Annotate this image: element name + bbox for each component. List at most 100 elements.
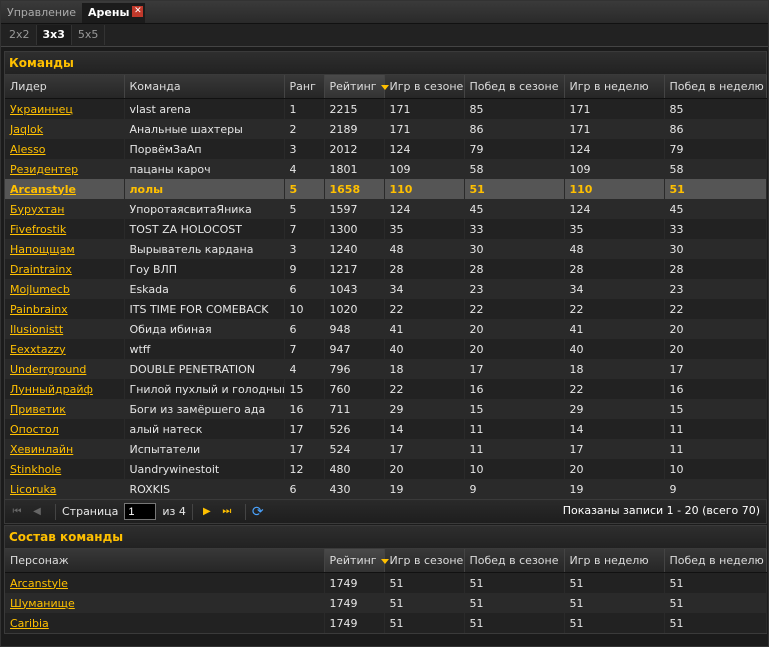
character-link[interactable]: Ilusionistt [10,323,63,336]
last-page-icon[interactable]: ⏭ [219,504,235,520]
column-header[interactable]: Ранг [284,75,325,99]
character-link[interactable]: Бурухтан [10,203,64,216]
character-link[interactable]: Шуманище [10,597,75,610]
table-row[interactable]: Draintrainx Гоу ВЛП 9 1217 28 28 28 28 [5,259,767,279]
tab-arenas-label: Арены [88,6,130,19]
table-row[interactable]: Mojlumecb Eskada 6 1043 34 23 34 23 [5,279,767,299]
next-page-icon[interactable]: ▶ [199,504,215,520]
table-row[interactable]: Шуманище 1749 51 51 51 51 [5,593,767,613]
character-link[interactable]: Приветик [10,403,66,416]
column-header[interactable]: Побед в сезоне [464,75,565,99]
column-header[interactable]: Персонаж [5,549,325,573]
table-row[interactable]: Jaqlok Анальные шахтеры 2 2189 171 86 171 86 [5,119,767,139]
table-row[interactable]: Опостол алый натеск 17 526 14 11 14 11 [5,419,767,439]
column-header[interactable]: Рейтинг [324,549,389,573]
tab-5x5[interactable]: 5x5 [72,25,106,45]
table-cell: 30 [464,239,565,259]
column-header-label: Игр в сезоне [389,80,464,93]
page-input[interactable] [124,503,157,520]
column-header[interactable]: Игр в неделю [564,75,665,99]
character-link[interactable]: Arcanstyle [10,577,68,590]
character-link[interactable]: Arcanstyle [10,183,76,196]
column-header[interactable]: Побед в сезоне [464,549,565,573]
table-row[interactable]: Eexxtazzy wtff 7 947 40 20 40 20 [5,339,767,359]
character-link[interactable]: Опостол [10,423,59,436]
character-link[interactable]: Напощщам [10,243,75,256]
table-cell: 58 [664,159,767,179]
close-icon[interactable]: ✕ [132,6,144,17]
pager-divider [191,503,193,520]
table-row[interactable]: Fivefrostik TOST ZA HOLOCOST 7 1300 35 33 35 33 [5,219,767,239]
table-cell: 796 [324,359,385,379]
roster-table: Персонаж Рейтинг Игр в сезоне Побед в сезон… [5,549,767,633]
table-cell: 171 [384,98,465,119]
table-cell: 1801 [324,159,385,179]
table-row[interactable]: Caribia 1749 51 51 51 51 [5,613,767,633]
character-link[interactable]: Украиннец [10,103,73,116]
column-header[interactable]: Побед в неделю [664,75,767,99]
table-row[interactable]: Stinkhole Uandrywinestoit 12 480 20 10 20 10 [5,459,767,479]
table-row[interactable]: Украиннец vlast arena 1 2215 171 85 171 85 [5,98,767,119]
column-header[interactable]: Команда [124,75,285,99]
name-cell: Приветик [5,399,125,419]
table-cell: 3 [284,239,325,259]
table-row[interactable]: Alesso ПорвёмЗаАп 3 2012 124 79 124 79 [5,139,767,159]
table-row[interactable]: Underrground DOUBLE PENETRATION 4 796 18 17 18… [5,359,767,379]
character-link[interactable]: Лунныйдрайф [10,383,93,396]
table-cell: 22 [664,299,767,319]
table-cell: Eskada [124,279,285,299]
table-row[interactable]: Бурухтан УпоротаясвитаЯника 5 1597 124 45 124 4… [5,199,767,219]
column-header[interactable]: Игр в сезоне [384,75,465,99]
tab-2x2[interactable]: 2x2 [3,25,37,45]
character-link[interactable]: Caribia [10,617,49,630]
character-link[interactable]: Jaqlok [10,123,43,136]
column-header[interactable]: Побед в неделю [664,549,767,573]
character-link[interactable]: Резидентер [10,163,78,176]
character-link[interactable]: Хевинлайн [10,443,73,456]
column-header-label: Побед в сезоне [469,554,559,567]
refresh-icon[interactable]: ⟳ [252,504,264,520]
table-row[interactable]: Arcanstyle 1749 51 51 51 51 [5,572,767,593]
table-cell: 29 [384,399,465,419]
pager-status: Показаны записи 1 - 20 (всего 70) [562,504,760,517]
character-link[interactable]: Draintrainx [10,263,72,276]
table-row[interactable]: Arcanstyle лолы 5 1658 110 51 110 51 [5,179,767,199]
table-cell: 1240 [324,239,385,259]
character-link[interactable]: Licoruka [10,483,56,496]
character-link[interactable]: Painbrainx [10,303,68,316]
table-cell: 1749 [324,572,385,593]
character-link[interactable]: Mojlumecb [10,283,70,296]
tab-arenas[interactable]: Арены ✕ [82,3,146,23]
table-row[interactable]: Резидентер пацаны кароч 4 1801 109 58 109 58 [5,159,767,179]
table-cell: vlast arena [124,98,285,119]
character-link[interactable]: Stinkhole [10,463,61,476]
table-row[interactable]: Напощщам Вырыватель кардана 3 1240 48 30 48 30 [5,239,767,259]
table-row[interactable]: Painbrainx ITS TIME FOR COMEBACK 10 1020 22 2… [5,299,767,319]
table-row[interactable]: Приветик Боги из замёршего ада 16 711 29 15 29… [5,399,767,419]
table-cell: 51 [384,572,465,593]
table-row[interactable]: Хевинлайн Испытатели 17 524 17 11 17 11 [5,439,767,459]
table-cell: 51 [384,593,465,613]
table-cell: 17 [284,419,325,439]
character-link[interactable]: Underrground [10,363,86,376]
column-header-label: Побед в неделю [669,554,764,567]
character-link[interactable]: Eexxtazzy [10,343,66,356]
table-cell: 6 [284,479,325,499]
column-header[interactable]: Рейтинг [324,75,389,99]
column-header[interactable]: Игр в неделю [564,549,665,573]
table-cell: 86 [464,119,565,139]
table-cell: 22 [564,379,665,399]
character-link[interactable]: Alesso [10,143,46,156]
column-header[interactable]: Игр в сезоне [384,549,465,573]
table-row[interactable]: Лунныйдрайф Гнилой пухлый и голодный 15 760… [5,379,767,399]
table-cell: 18 [564,359,665,379]
tab-3x3[interactable]: 3x3 [36,25,72,45]
table-row[interactable]: Licoruka ROXKIS 6 430 19 9 19 9 [5,479,767,499]
character-link[interactable]: Fivefrostik [10,223,66,236]
column-header[interactable]: Лидер [5,75,125,99]
table-row[interactable]: Ilusionistt Обида ибиная 6 948 41 20 41 20 [5,319,767,339]
prev-page-icon[interactable]: ◀ [29,504,45,520]
tab-management[interactable]: Управление [1,3,82,23]
first-page-icon[interactable]: ⏮ [9,504,25,520]
table-cell: 5 [284,199,325,219]
